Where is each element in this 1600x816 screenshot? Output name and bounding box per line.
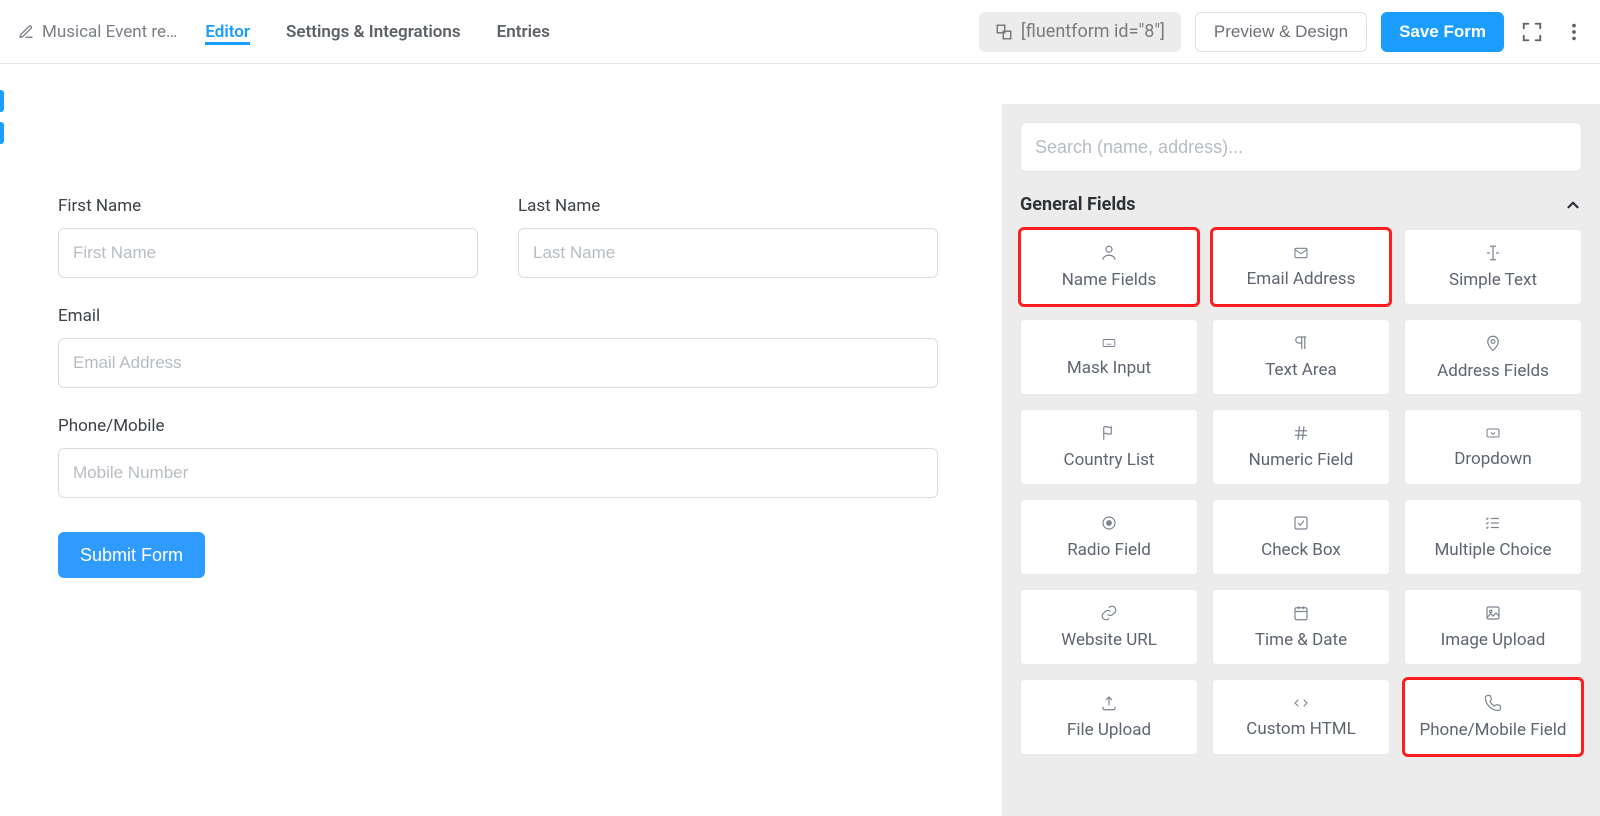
phone-label: Phone/Mobile bbox=[58, 416, 938, 436]
tile-label: Address Fields bbox=[1437, 361, 1549, 381]
person-icon bbox=[1099, 244, 1119, 262]
form-canvas: First Name Last Name Email Phone/Mobile … bbox=[4, 64, 1002, 816]
tile-label: Time & Date bbox=[1255, 630, 1347, 650]
tabs: Editor Settings & Integrations Entries bbox=[205, 19, 550, 45]
tile-label: Website URL bbox=[1061, 630, 1157, 650]
map-pin-icon bbox=[1484, 333, 1502, 353]
tile-label: Check Box bbox=[1261, 540, 1341, 560]
tab-editor[interactable]: Editor bbox=[205, 19, 250, 45]
last-name-field[interactable]: Last Name bbox=[518, 196, 938, 278]
search-input[interactable] bbox=[1020, 122, 1582, 172]
email-label: Email bbox=[58, 306, 938, 326]
tile-label: Mask Input bbox=[1067, 358, 1151, 378]
first-name-field[interactable]: First Name bbox=[58, 196, 478, 278]
tile-label: Custom HTML bbox=[1246, 719, 1355, 739]
tile-dropdown[interactable]: Dropdown bbox=[1404, 409, 1582, 485]
pencil-icon bbox=[18, 24, 34, 40]
tab-settings[interactable]: Settings & Integrations bbox=[286, 19, 461, 45]
fullscreen-icon bbox=[1521, 21, 1543, 43]
tile-image-upload[interactable]: Image Upload bbox=[1404, 589, 1582, 665]
tile-address-fields[interactable]: Address Fields bbox=[1404, 319, 1582, 395]
form-title-text: Musical Event re… bbox=[42, 22, 177, 42]
left-handle[interactable] bbox=[0, 64, 4, 816]
shortcode-icon bbox=[995, 23, 1013, 41]
first-name-label: First Name bbox=[58, 196, 478, 216]
shortcode-chip[interactable]: [fluentform id="8"] bbox=[979, 12, 1181, 52]
tile-mask-input[interactable]: Mask Input bbox=[1020, 319, 1198, 395]
tile-radio-field[interactable]: Radio Field bbox=[1020, 499, 1198, 575]
tile-label: Dropdown bbox=[1454, 449, 1531, 469]
phone-input[interactable] bbox=[58, 448, 938, 498]
email-field[interactable]: Email bbox=[58, 306, 938, 388]
group-title: General Fields bbox=[1020, 194, 1135, 215]
hash-icon bbox=[1292, 424, 1310, 442]
submit-button[interactable]: Submit Form bbox=[58, 532, 205, 578]
tile-check-box[interactable]: Check Box bbox=[1212, 499, 1390, 575]
shortcode-text: [fluentform id="8"] bbox=[1021, 21, 1165, 42]
tile-label: Phone/Mobile Field bbox=[1419, 720, 1566, 740]
checkbox-icon bbox=[1292, 514, 1310, 532]
flag-icon bbox=[1100, 424, 1118, 442]
tile-website-url[interactable]: Website URL bbox=[1020, 589, 1198, 665]
tile-numeric-field[interactable]: Numeric Field bbox=[1212, 409, 1390, 485]
fullscreen-button[interactable] bbox=[1518, 18, 1546, 46]
tile-label: Name Fields bbox=[1062, 270, 1157, 290]
phone-row: Phone/Mobile bbox=[58, 416, 938, 498]
tile-name-fields[interactable]: Name Fields bbox=[1020, 229, 1198, 305]
first-name-input[interactable] bbox=[58, 228, 478, 278]
keyboard-icon bbox=[1098, 336, 1120, 350]
group-general-fields[interactable]: General Fields bbox=[1020, 194, 1582, 215]
tile-file-upload[interactable]: File Upload bbox=[1020, 679, 1198, 755]
name-row: First Name Last Name bbox=[58, 196, 938, 278]
topbar-left: Musical Event re… Editor Settings & Inte… bbox=[18, 19, 979, 45]
main: First Name Last Name Email Phone/Mobile … bbox=[0, 64, 1600, 816]
last-name-label: Last Name bbox=[518, 196, 938, 216]
chevron-up-icon bbox=[1564, 196, 1582, 214]
field-sidebar: General Fields Name Fields Email Address… bbox=[1002, 104, 1600, 816]
tile-phone-mobile-field[interactable]: Phone/Mobile Field bbox=[1404, 679, 1582, 755]
tile-label: Email Address bbox=[1247, 269, 1356, 289]
more-vertical-icon bbox=[1563, 21, 1585, 43]
tile-time-date[interactable]: Time & Date bbox=[1212, 589, 1390, 665]
mail-icon bbox=[1291, 245, 1311, 261]
tile-text-area[interactable]: Text Area bbox=[1212, 319, 1390, 395]
more-menu-button[interactable] bbox=[1560, 18, 1588, 46]
preview-design-button[interactable]: Preview & Design bbox=[1195, 12, 1367, 52]
phone-icon bbox=[1484, 694, 1502, 712]
tile-multiple-choice[interactable]: Multiple Choice bbox=[1404, 499, 1582, 575]
tile-label: Country List bbox=[1064, 450, 1155, 470]
text-cursor-icon bbox=[1483, 244, 1503, 262]
tiles-grid: Name Fields Email Address Simple Text Ma… bbox=[1020, 229, 1582, 755]
tile-label: Multiple Choice bbox=[1434, 540, 1551, 560]
code-icon bbox=[1291, 695, 1311, 711]
tile-label: Text Area bbox=[1265, 360, 1337, 380]
tile-label: Numeric Field bbox=[1249, 450, 1354, 470]
upload-icon bbox=[1100, 694, 1118, 712]
calendar-icon bbox=[1292, 604, 1310, 622]
tile-email-address[interactable]: Email Address bbox=[1212, 229, 1390, 305]
last-name-input[interactable] bbox=[518, 228, 938, 278]
radio-icon bbox=[1100, 514, 1118, 532]
link-icon bbox=[1100, 604, 1118, 622]
topbar-right: [fluentform id="8"] Preview & Design Sav… bbox=[979, 12, 1600, 52]
tab-entries[interactable]: Entries bbox=[497, 19, 550, 45]
email-row: Email bbox=[58, 306, 938, 388]
tile-country-list[interactable]: Country List bbox=[1020, 409, 1198, 485]
dropdown-icon bbox=[1483, 425, 1503, 441]
form-title[interactable]: Musical Event re… bbox=[18, 22, 191, 42]
tile-label: Image Upload bbox=[1441, 630, 1546, 650]
topbar: Musical Event re… Editor Settings & Inte… bbox=[0, 0, 1600, 64]
image-icon bbox=[1484, 604, 1502, 622]
tile-label: Radio Field bbox=[1067, 540, 1151, 560]
phone-field[interactable]: Phone/Mobile bbox=[58, 416, 938, 498]
save-form-button[interactable]: Save Form bbox=[1381, 12, 1504, 52]
tile-label: File Upload bbox=[1067, 720, 1151, 740]
tile-simple-text[interactable]: Simple Text bbox=[1404, 229, 1582, 305]
tile-custom-html[interactable]: Custom HTML bbox=[1212, 679, 1390, 755]
paragraph-icon bbox=[1292, 334, 1310, 352]
list-check-icon bbox=[1484, 514, 1502, 532]
tile-label: Simple Text bbox=[1449, 270, 1537, 290]
email-input[interactable] bbox=[58, 338, 938, 388]
